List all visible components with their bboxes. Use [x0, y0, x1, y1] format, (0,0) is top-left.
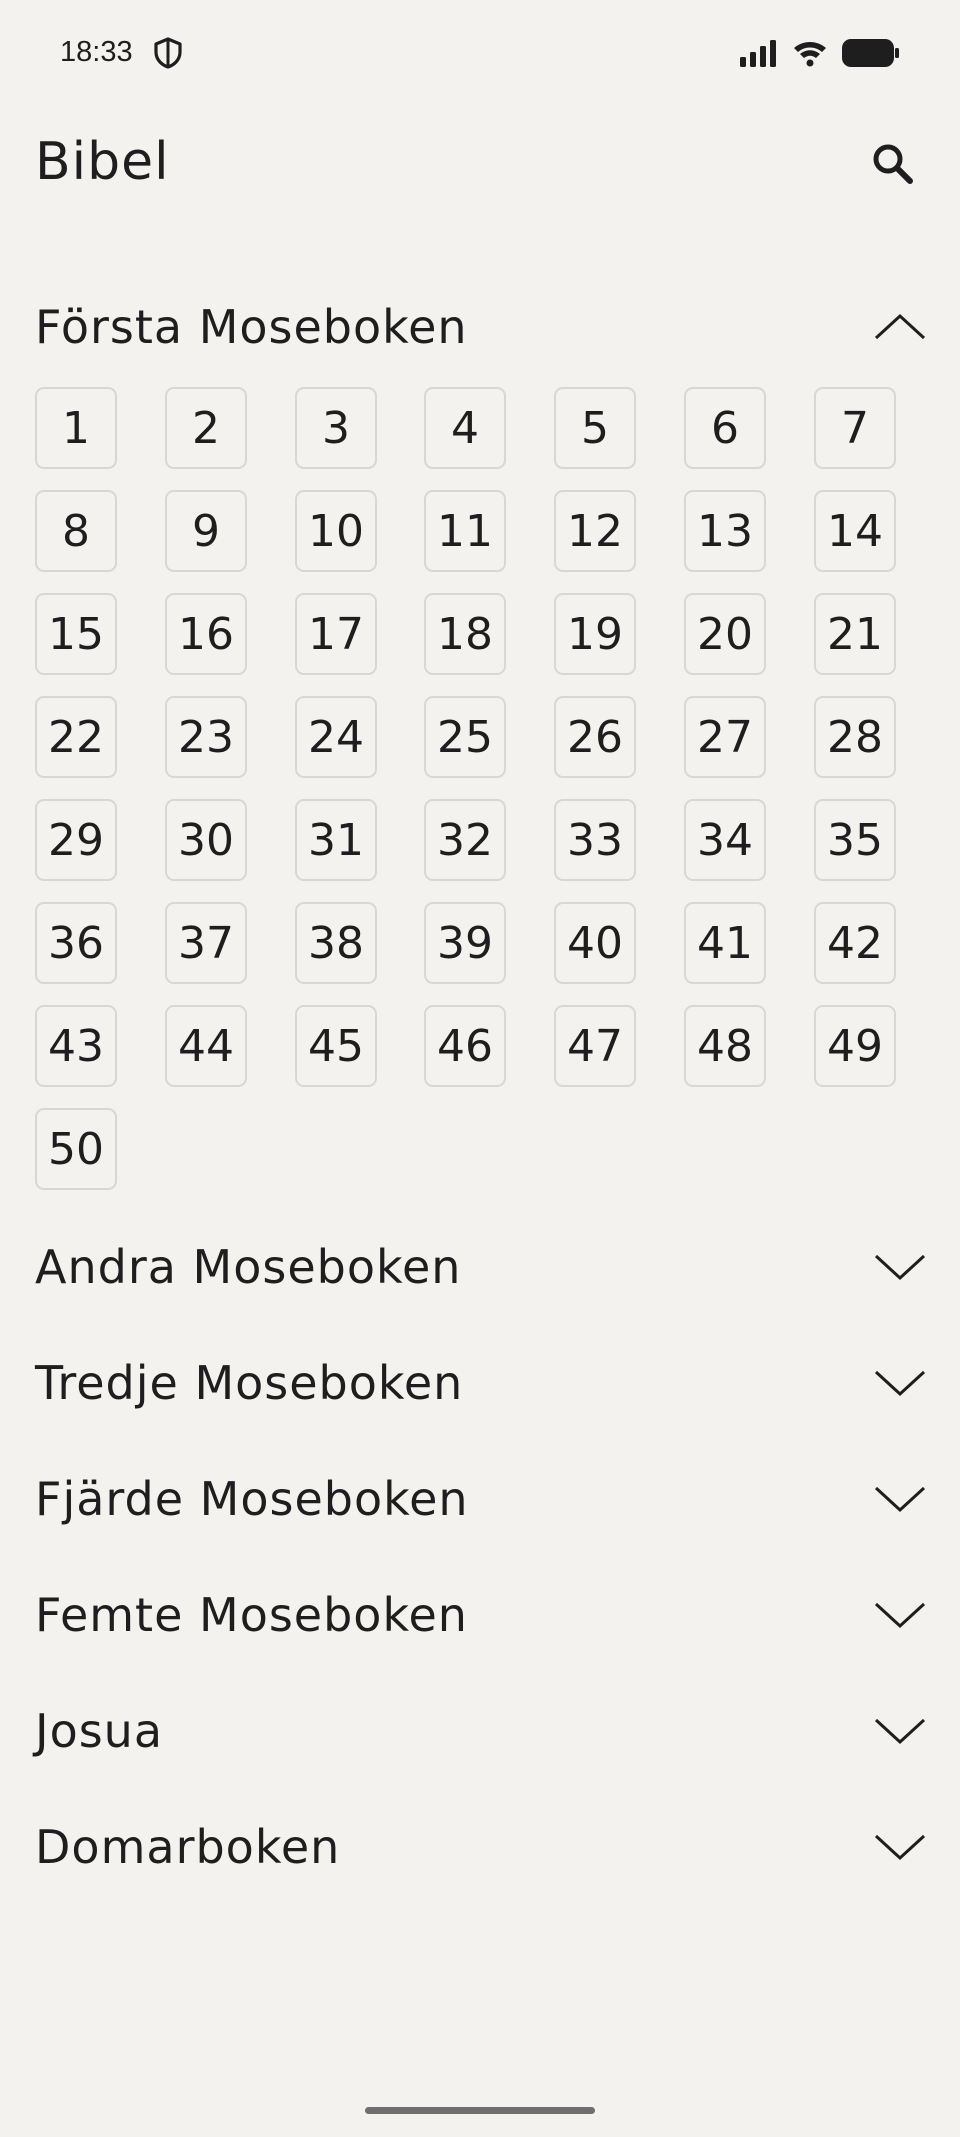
chapter-button[interactable]: 22 — [35, 696, 117, 778]
chapter-button[interactable]: 11 — [424, 490, 506, 572]
chapter-button[interactable]: 7 — [814, 387, 896, 469]
chapter-button[interactable]: 26 — [554, 696, 636, 778]
chapter-button[interactable]: 17 — [295, 593, 377, 675]
book-title: Domarboken — [35, 1820, 341, 1874]
book-header-femte-moseboken[interactable]: Femte Moseboken — [0, 1570, 960, 1660]
chapter-button[interactable]: 27 — [684, 696, 766, 778]
chapter-button[interactable]: 30 — [165, 799, 247, 881]
chapter-button[interactable]: 20 — [684, 593, 766, 675]
chapter-button[interactable]: 5 — [554, 387, 636, 469]
chapter-button[interactable]: 8 — [35, 490, 117, 572]
chapter-button[interactable]: 24 — [295, 696, 377, 778]
chevron-down-icon — [874, 1834, 926, 1861]
chapter-button[interactable]: 23 — [165, 696, 247, 778]
chapter-button[interactable]: 49 — [814, 1005, 896, 1087]
chapter-button[interactable]: 44 — [165, 1005, 247, 1087]
chapter-button[interactable]: 47 — [554, 1005, 636, 1087]
chapter-button[interactable]: 18 — [424, 593, 506, 675]
chapter-button[interactable]: 16 — [165, 593, 247, 675]
chapter-button[interactable]: 21 — [814, 593, 896, 675]
home-indicator[interactable] — [365, 2107, 595, 2114]
chevron-down-icon — [874, 1486, 926, 1513]
chevron-up-icon — [874, 313, 926, 340]
chapter-button[interactable]: 50 — [35, 1108, 117, 1190]
chapter-button[interactable]: 37 — [165, 902, 247, 984]
chevron-down-icon — [874, 1370, 926, 1397]
book-title: Första Moseboken — [35, 300, 468, 354]
chapter-button[interactable]: 46 — [424, 1005, 506, 1087]
chapter-button[interactable]: 13 — [684, 490, 766, 572]
chevron-down-icon — [874, 1718, 926, 1745]
chapter-button[interactable]: 48 — [684, 1005, 766, 1087]
chapter-button[interactable]: 39 — [424, 902, 506, 984]
book-title: Fjärde Moseboken — [35, 1472, 469, 1526]
book-title: Josua — [35, 1704, 164, 1758]
chapter-button[interactable]: 28 — [814, 696, 896, 778]
chapter-button[interactable]: 38 — [295, 902, 377, 984]
chevron-down-icon — [874, 1254, 926, 1281]
chapter-button[interactable]: 36 — [35, 902, 117, 984]
chapter-button[interactable]: 34 — [684, 799, 766, 881]
book-header-expanded[interactable]: Första Moseboken — [0, 282, 960, 372]
chapter-button[interactable]: 4 — [424, 387, 506, 469]
chapter-button[interactable]: 42 — [814, 902, 896, 984]
chapter-button[interactable]: 1 — [35, 387, 117, 469]
chapter-button[interactable]: 14 — [814, 490, 896, 572]
signal-icon — [740, 39, 778, 71]
book-header-tredje-moseboken[interactable]: Tredje Moseboken — [0, 1338, 960, 1428]
chapter-button[interactable]: 15 — [35, 593, 117, 675]
page-title: Bibel — [35, 132, 170, 192]
battery-icon — [842, 38, 900, 72]
chapter-button[interactable]: 33 — [554, 799, 636, 881]
book-title: Andra Moseboken — [35, 1240, 462, 1294]
chapter-button[interactable]: 32 — [424, 799, 506, 881]
chapter-button[interactable]: 19 — [554, 593, 636, 675]
status-bar: 18:33 — [0, 0, 960, 106]
wifi-icon — [792, 39, 828, 71]
search-icon — [873, 144, 913, 184]
book-header-josua[interactable]: Josua — [0, 1686, 960, 1776]
chapter-button[interactable]: 40 — [554, 902, 636, 984]
shield-icon — [153, 37, 183, 73]
chapter-button[interactable]: 9 — [165, 490, 247, 572]
chapter-button[interactable]: 41 — [684, 902, 766, 984]
chapter-button[interactable]: 35 — [814, 799, 896, 881]
chapter-button[interactable]: 10 — [295, 490, 377, 572]
chapter-button[interactable]: 31 — [295, 799, 377, 881]
search-button[interactable] — [868, 139, 920, 191]
chapter-button[interactable]: 45 — [295, 1005, 377, 1087]
book-header-fjarde-moseboken[interactable]: Fjärde Moseboken — [0, 1454, 960, 1544]
chevron-down-icon — [874, 1602, 926, 1629]
chapter-button[interactable]: 43 — [35, 1005, 117, 1087]
book-title: Femte Moseboken — [35, 1588, 468, 1642]
chapter-button[interactable]: 2 — [165, 387, 247, 469]
chapter-button[interactable]: 3 — [295, 387, 377, 469]
book-header-andra-moseboken[interactable]: Andra Moseboken — [0, 1222, 960, 1312]
chapter-button[interactable]: 6 — [684, 387, 766, 469]
book-title: Tredje Moseboken — [35, 1356, 464, 1410]
chapter-button[interactable]: 12 — [554, 490, 636, 572]
chapter-button[interactable]: 25 — [424, 696, 506, 778]
book-header-domarboken[interactable]: Domarboken — [0, 1802, 960, 1892]
status-time: 18:33 — [60, 36, 133, 68]
chapter-button[interactable]: 29 — [35, 799, 117, 881]
